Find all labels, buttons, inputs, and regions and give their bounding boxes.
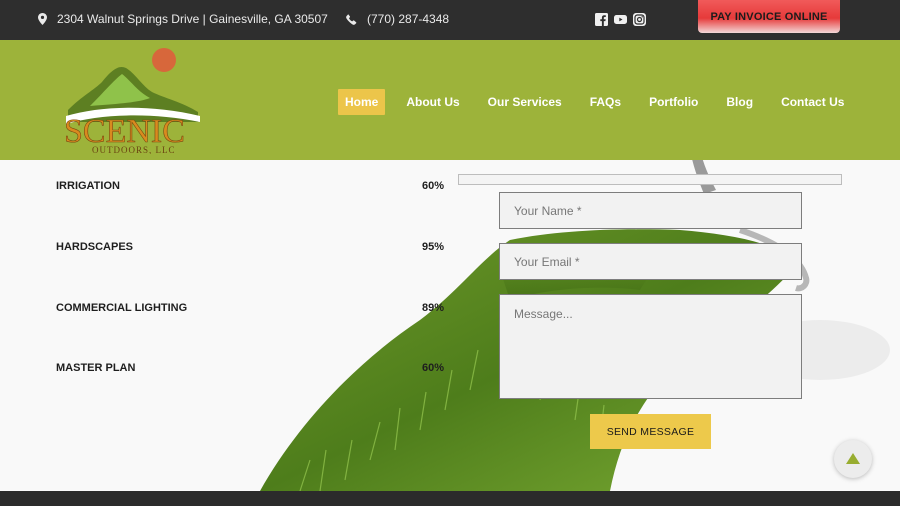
address-text: 2304 Walnut Springs Drive | Gainesville,… xyxy=(57,12,328,26)
skill-name: MASTER PLAN xyxy=(56,362,136,374)
top-bar: 2304 Walnut Springs Drive | Gainesville,… xyxy=(0,0,900,40)
main-nav: Home About Us Our Services FAQs Portfolio Blo… xyxy=(338,89,851,115)
phone-block[interactable]: (770) 287-4348 xyxy=(346,12,449,26)
social-links xyxy=(595,11,646,26)
nav-item-our-services[interactable]: Our Services xyxy=(481,89,569,115)
skill-percent: 89% xyxy=(421,302,444,314)
content-section: IRRIGATION 60% HARDSCAPES 95% COMMERCIAL LIG… xyxy=(0,160,900,491)
phone-text: (770) 287-4348 xyxy=(367,12,450,26)
nav-item-portfolio[interactable]: Portfolio xyxy=(642,89,705,115)
scroll-to-top-button[interactable] xyxy=(834,440,872,478)
skill-percent: 60% xyxy=(421,362,444,374)
svg-text:OUTDOORS, LLC: OUTDOORS, LLC xyxy=(92,145,176,154)
skill-name: HARDSCAPES xyxy=(56,241,134,253)
pay-invoice-button[interactable]: PAY INVOICE ONLINE xyxy=(698,0,840,33)
footer-strip xyxy=(0,491,900,506)
nav-item-faqs[interactable]: FAQs xyxy=(583,89,628,115)
skill-percent: 60% xyxy=(421,180,444,192)
name-input[interactable] xyxy=(499,192,802,229)
arrow-up-icon xyxy=(846,453,860,464)
nav-item-home[interactable]: Home xyxy=(338,89,386,115)
send-message-button[interactable]: SEND MESSAGE xyxy=(590,414,711,449)
skill-name: COMMERCIAL LIGHTING xyxy=(56,302,188,314)
instagram-icon[interactable] xyxy=(633,11,646,26)
email-input[interactable] xyxy=(499,243,802,280)
skill-name: IRRIGATION xyxy=(56,180,120,192)
nav-item-about-us[interactable]: About Us xyxy=(399,89,466,115)
nav-item-blog[interactable]: Blog xyxy=(719,89,760,115)
phone-icon xyxy=(346,13,357,25)
scenic-outdoors-logo[interactable]: SCENIC OUTDOORS, LLC xyxy=(60,46,205,155)
map-pin-icon xyxy=(38,13,47,25)
youtube-icon[interactable] xyxy=(614,11,627,24)
skill-progress-bar xyxy=(458,174,842,185)
nav-item-contact-us[interactable]: Contact Us xyxy=(774,89,851,115)
skill-percent: 95% xyxy=(421,241,444,253)
facebook-icon[interactable] xyxy=(595,11,608,26)
message-textarea[interactable] xyxy=(499,294,802,399)
address-block: 2304 Walnut Springs Drive | Gainesville,… xyxy=(38,12,328,26)
site-header: SCENIC OUTDOORS, LLC Home About Us Our Ser… xyxy=(0,40,900,160)
